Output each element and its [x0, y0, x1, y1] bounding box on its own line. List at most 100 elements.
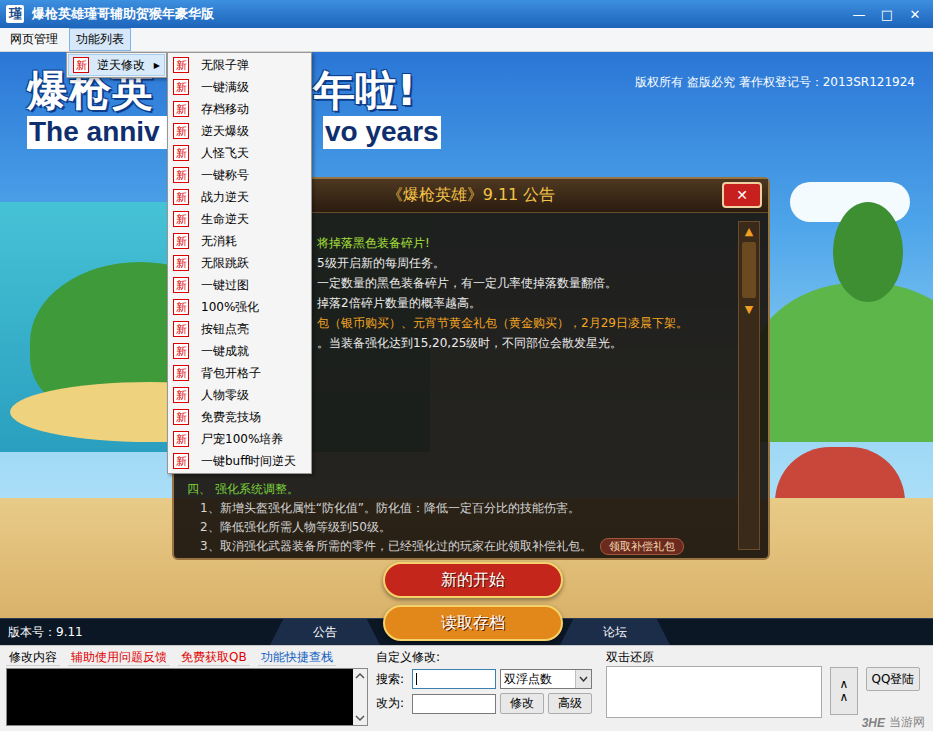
- replace-label: 改为:: [376, 695, 408, 712]
- submenu-entry[interactable]: 新一键成就: [169, 340, 310, 362]
- new-badge: 新: [173, 255, 189, 271]
- claim-button[interactable]: 领取补偿礼包: [600, 538, 684, 555]
- submenu-entry[interactable]: 新逆天爆级: [169, 120, 310, 142]
- menu-item[interactable]: 网页管理: [3, 28, 65, 51]
- note-line: 。当装备强化达到15,20,25级时，不同部位会散发星光。: [317, 333, 738, 353]
- section-line: 2、降低强化所需人物等级到50级。: [187, 518, 738, 537]
- app-window: 瑾爆枪英雄瑾哥辅助贺猴年豪华版—□✕网页管理功能列表爆枪英年啦!The anni…: [0, 0, 933, 731]
- menu-item[interactable]: 功能列表: [69, 28, 131, 51]
- close-button[interactable]: ✕: [722, 182, 762, 208]
- scroll-up-button[interactable]: ▲: [739, 222, 759, 240]
- log-box[interactable]: [6, 668, 368, 726]
- menu-entry[interactable]: 新逆天修改▶: [68, 54, 165, 76]
- note-line: 5级开启新的每周任务。: [317, 253, 738, 273]
- window-control-button[interactable]: ✕: [901, 3, 929, 25]
- submenu-entry[interactable]: 新人怪飞天: [169, 142, 310, 164]
- window-control-button[interactable]: —: [845, 3, 873, 25]
- tree: [833, 202, 903, 302]
- submenu-entry[interactable]: 新按钮点亮: [169, 318, 310, 340]
- copyright-text: 版权所有 盗版必究 著作权登记号：2013SR121924: [635, 74, 915, 91]
- custom-edit: 自定义修改: 搜索: 双浮点数改为: 修改高级: [376, 650, 598, 714]
- submenu-entry[interactable]: 新人物零级: [169, 384, 310, 406]
- qq-login-button[interactable]: QQ登陆: [866, 667, 920, 691]
- panel-link[interactable]: 辅助使用问题反馈: [68, 650, 170, 666]
- window-control-button[interactable]: □: [873, 3, 901, 25]
- chevron-down-icon[interactable]: [579, 676, 588, 682]
- new-badge: 新: [173, 431, 189, 447]
- search-input[interactable]: [412, 669, 496, 689]
- submenu-entry[interactable]: 新背包开格子: [169, 362, 310, 384]
- submenu-entry[interactable]: 新一键称号: [169, 164, 310, 186]
- submenu-entry[interactable]: 新无限跳跃: [169, 252, 310, 274]
- scroll-up-icon[interactable]: [355, 672, 365, 680]
- banner-subtitle: vo years: [323, 116, 441, 148]
- search-label: 搜索:: [376, 671, 408, 688]
- restore-label: 双击还原: [606, 650, 822, 665]
- scroll-thumb[interactable]: [742, 242, 756, 298]
- note-line: 掉落2倍碎片数量的概率越高。: [317, 293, 738, 313]
- submenu-entry[interactable]: 新尸宠100%培养: [169, 428, 310, 450]
- game-tab[interactable]: 论坛: [560, 619, 670, 645]
- replace-row: 改为: 修改高级: [376, 693, 598, 714]
- new-badge: 新: [173, 189, 189, 205]
- submenu-entry[interactable]: 新免费竞技场: [169, 406, 310, 428]
- banner-subtitle: The anniv: [27, 116, 168, 148]
- type-select[interactable]: 双浮点数: [500, 669, 592, 689]
- new-badge: 新: [173, 79, 189, 95]
- umbrella: [775, 447, 905, 502]
- window-title: 爆枪英雄瑾哥辅助贺猴年豪华版: [32, 5, 837, 23]
- submenu-entry[interactable]: 新一键buff时间逆天: [169, 450, 310, 472]
- menu-bar: 网页管理功能列表: [0, 28, 933, 52]
- submenu-entry[interactable]: 新无消耗: [169, 230, 310, 252]
- custom-edit-title: 自定义修改:: [376, 650, 598, 665]
- game-tab[interactable]: 公告: [270, 619, 380, 645]
- watermark-text: 当游网: [889, 714, 925, 731]
- new-badge: 新: [173, 167, 189, 183]
- panel-link[interactable]: 功能快捷查栈: [258, 650, 336, 666]
- function-menu: 新逆天修改▶: [66, 52, 167, 78]
- text-caret: [416, 673, 417, 685]
- section-line: 1、新增头盔强化属性“防化值”。防化值：降低一定百分比的技能伤害。: [187, 499, 738, 518]
- dialog-scrollbar[interactable]: ▲▼: [738, 221, 760, 550]
- game-button[interactable]: 读取存档: [383, 605, 563, 641]
- restore-list[interactable]: [606, 666, 822, 718]
- scroll-down-button[interactable]: ▼: [739, 300, 759, 318]
- panel-link[interactable]: 修改内容: [6, 650, 60, 666]
- game-button[interactable]: 新的开始: [383, 562, 563, 598]
- new-badge: 新: [173, 365, 189, 381]
- restore-section: 双击还原: [606, 650, 822, 718]
- game-screen: 爆枪英年啦!The annivvo years版权所有 盗版必究 著作权登记号：…: [0, 52, 933, 645]
- panel-button[interactable]: 修改: [500, 693, 544, 714]
- note-line: 一定数量的黑色装备碎片，有一定几率使掉落数量翻倍。: [317, 273, 738, 293]
- watermark: 3HE当游网: [862, 714, 925, 731]
- app-logo-icon: 瑾: [6, 5, 24, 23]
- submenu-entry[interactable]: 新战力逆天: [169, 186, 310, 208]
- collapse-button[interactable]: ∧∧: [830, 667, 858, 715]
- new-badge: 新: [173, 321, 189, 337]
- new-badge: 新: [173, 211, 189, 227]
- scroll-down-icon[interactable]: [355, 714, 365, 722]
- banner-title: 年啦!: [313, 66, 441, 116]
- panel-tabs: 修改内容辅助使用问题反馈免费获取QB 功能快捷查栈: [6, 650, 368, 666]
- new-badge: 新: [173, 145, 189, 161]
- panel-link[interactable]: 免费获取QB: [178, 650, 250, 666]
- submenu-entry[interactable]: 新无限子弹: [169, 54, 310, 76]
- new-badge: 新: [173, 101, 189, 117]
- new-badge: 新: [173, 277, 189, 293]
- submenu-entry[interactable]: 新生命逆天: [169, 208, 310, 230]
- submenu-entry[interactable]: 新一键过图: [169, 274, 310, 296]
- version-label: 版本号：9.11: [0, 619, 270, 645]
- note-line: 包（银币购买）、元宵节黄金礼包（黄金购买），2月29日凌晨下架。: [317, 313, 738, 333]
- new-badge: 新: [173, 343, 189, 359]
- new-badge: 新: [173, 453, 189, 469]
- search-row: 搜索: 双浮点数: [376, 669, 598, 689]
- submenu-entry[interactable]: 新一键满级: [169, 76, 310, 98]
- hill: [753, 282, 933, 442]
- new-badge: 新: [173, 233, 189, 249]
- new-badge: 新: [73, 57, 89, 73]
- replace-input[interactable]: [412, 694, 496, 714]
- submenu-entry[interactable]: 新100%强化: [169, 296, 310, 318]
- panel-button[interactable]: 高级: [548, 693, 592, 714]
- submenu-entry[interactable]: 新存档移动: [169, 98, 310, 120]
- log-scrollbar[interactable]: [353, 669, 367, 725]
